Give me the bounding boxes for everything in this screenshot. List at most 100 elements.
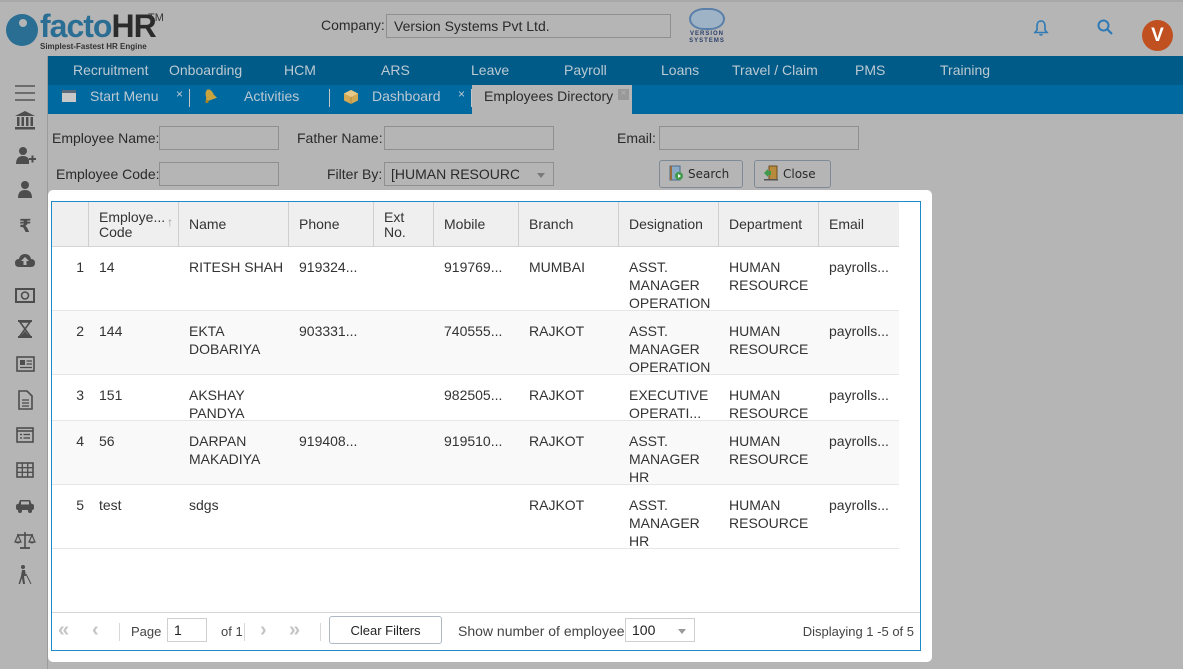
user-avatar[interactable]: V <box>1142 20 1173 51</box>
bell-icon[interactable] <box>1032 19 1050 37</box>
tab-activities[interactable]: Activities <box>190 85 328 114</box>
search-button[interactable]: Search <box>659 160 743 188</box>
blind-walker-icon[interactable] <box>14 564 36 586</box>
nav-ars[interactable]: ARS <box>381 62 410 78</box>
nav-travel-claim[interactable]: Travel / Claim <box>732 62 818 78</box>
email-input[interactable] <box>659 126 859 150</box>
nav-hcm[interactable]: HCM <box>284 62 316 78</box>
grid-header: Employe... Code ↑ Name Phone Ext No. Mob… <box>52 202 899 247</box>
logo-text-facto: facto <box>40 8 112 44</box>
nav-recruitment[interactable]: Recruitment <box>73 62 148 78</box>
nav-training[interactable]: Training <box>940 62 990 78</box>
employees-grid: Employe... Code ↑ Name Phone Ext No. Mob… <box>51 201 921 651</box>
table-row[interactable]: 5 test sdgs RAJKOT ASST. MANAGER HR HUMAN RES… <box>52 485 899 549</box>
filter-by-select[interactable]: [HUMAN RESOURCE] <box>384 162 554 186</box>
nav-pms[interactable]: PMS <box>855 62 885 78</box>
search-icon[interactable] <box>1096 18 1114 36</box>
cell-employee-code: test <box>99 497 122 513</box>
cell-name: EKTA DOBARIYA <box>189 323 261 357</box>
cell-employee-code: 144 <box>99 323 123 339</box>
cell-department: HUMAN RESOURCE <box>729 433 809 467</box>
close-button[interactable]: Close <box>754 160 831 188</box>
column-header-mobile[interactable]: Mobile <box>434 202 519 247</box>
last-page-icon[interactable]: » <box>289 619 300 642</box>
father-name-input[interactable] <box>384 126 554 150</box>
company-field[interactable] <box>386 14 671 38</box>
cell-designation: ASST. MANAGER OPERATION <box>629 323 711 375</box>
cash-icon[interactable] <box>14 284 36 306</box>
tab-dashboard-close-icon[interactable]: × <box>458 87 465 101</box>
page-number-input[interactable] <box>167 618 207 642</box>
email-label: Email: <box>617 130 656 146</box>
logo-mark-icon <box>6 14 38 46</box>
filter-by-value: [HUMAN RESOURCE] <box>391 166 534 182</box>
document-icon[interactable] <box>14 389 36 411</box>
bank-icon[interactable] <box>14 109 36 131</box>
balance-scale-icon[interactable] <box>14 529 36 551</box>
hourglass-icon[interactable] <box>14 318 36 340</box>
grid-pager: « ‹ Page of 1 › » Clear Filters Show num… <box>52 612 920 650</box>
cell-employee-code: 151 <box>99 387 123 403</box>
nav-leave[interactable]: Leave <box>471 62 509 78</box>
table-row[interactable]: 4 56 DARPAN MAKADIYA 919408... 919510... RAJK… <box>52 421 899 485</box>
user-icon[interactable] <box>14 179 36 201</box>
clear-filters-button[interactable]: Clear Filters <box>329 616 442 644</box>
bell-tab-icon <box>202 88 218 107</box>
displaying-count: Displaying 1 -5 of 5 <box>802 624 914 639</box>
cell-name: sdgs <box>189 497 219 513</box>
employee-name-input[interactable] <box>159 126 279 150</box>
grid-header-scroll-spacer <box>899 202 920 247</box>
company-logo-text: VERSION SYSTEMS <box>689 31 725 44</box>
column-header-phone[interactable]: Phone <box>289 202 374 247</box>
car-icon[interactable] <box>14 494 36 516</box>
facthr-logo[interactable]: factoHR TM Simplest-Fastest HR Engine <box>6 8 166 54</box>
page-size-select[interactable]: 100 <box>625 618 695 642</box>
column-header-employee-code[interactable]: Employe... Code ↑ <box>89 202 179 247</box>
page-count-label: of 1 <box>221 624 243 639</box>
table-icon[interactable] <box>14 459 36 481</box>
add-user-icon[interactable] <box>14 145 36 167</box>
menu-icon[interactable] <box>14 82 36 104</box>
prev-page-icon[interactable]: ‹ <box>92 619 99 642</box>
cell-branch: RAJKOT <box>529 387 585 403</box>
table-row[interactable]: 2 144 EKTA DOBARIYA 903331... 740555... RAJKO… <box>52 311 899 375</box>
column-header-designation[interactable]: Designation <box>619 202 719 247</box>
cell-row-number: 2 <box>76 323 84 339</box>
nav-loans[interactable]: Loans <box>661 62 699 78</box>
column-header-branch[interactable]: Branch <box>519 202 619 247</box>
tab-start-menu-close-icon[interactable]: × <box>176 87 183 101</box>
cell-name: DARPAN MAKADIYA <box>189 433 261 467</box>
cell-employee-code: 56 <box>99 433 115 449</box>
tab-start-menu[interactable]: Start Menu × <box>48 85 188 114</box>
table-row[interactable]: 1 14 RITESH SHAH 919324... 919769... MUMBAI AS… <box>52 247 899 311</box>
tab-employees-directory-close-icon[interactable]: × <box>618 89 629 100</box>
employees-grid-dialog: Employe... Code ↑ Name Phone Ext No. Mob… <box>48 190 932 662</box>
page-size-value: 100 <box>632 622 656 638</box>
nav-onboarding[interactable]: Onboarding <box>169 62 242 78</box>
newspaper-icon[interactable] <box>14 353 36 375</box>
table-row[interactable]: 3 151 AKSHAY PANDYA 982505... RAJKOT EXECUTIV… <box>52 375 899 421</box>
nav-payroll[interactable]: Payroll <box>564 62 607 78</box>
tab-dashboard[interactable]: Dashboard × <box>330 85 470 114</box>
column-header-department[interactable]: Department <box>719 202 819 247</box>
employee-code-input[interactable] <box>159 162 279 186</box>
list-icon[interactable] <box>14 424 36 446</box>
tab-activities-label: Activities <box>244 88 300 104</box>
search-book-icon <box>668 165 684 184</box>
pager-separator <box>119 623 120 641</box>
tab-employees-directory[interactable]: Employees Directory × <box>472 85 632 114</box>
column-header-ext-no[interactable]: Ext No. <box>374 202 434 247</box>
cell-designation: ASST. MANAGER OPERATION <box>629 259 711 311</box>
column-header-email[interactable]: Email <box>819 202 899 247</box>
cell-designation: ASST. MANAGER HR <box>629 497 700 549</box>
next-page-icon[interactable]: › <box>260 619 267 642</box>
column-header-rownum <box>52 202 89 247</box>
first-page-icon[interactable]: « <box>58 619 69 642</box>
cloud-upload-icon[interactable] <box>14 249 36 271</box>
column-header-name[interactable]: Name <box>179 202 289 247</box>
cell-row-number: 3 <box>76 387 84 403</box>
cell-mobile: 740555... <box>444 323 503 339</box>
top-header: factoHR TM Simplest-Fastest HR Engine Co… <box>0 0 1183 56</box>
sort-ascending-icon: ↑ <box>167 215 173 229</box>
rupee-icon[interactable]: ₹ <box>14 214 36 236</box>
